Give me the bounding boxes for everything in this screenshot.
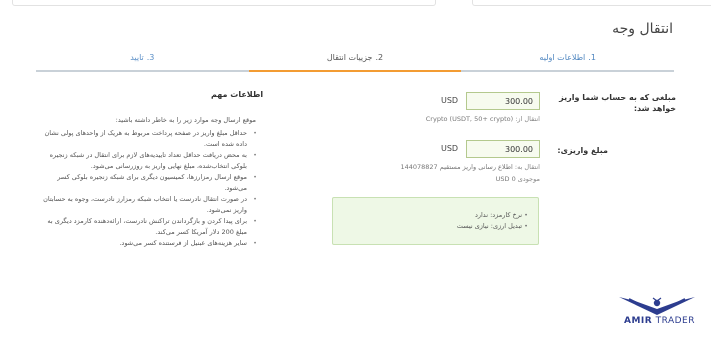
payment-destination-value: اطلاع رسانی واریز مستقیم 144078827 — [400, 163, 513, 171]
currency-conversion-text: تبدیل ارزی: نیازی نیست — [333, 221, 528, 232]
list-item: برای پیدا کردن و بازگرداندن تراکنش نادرس… — [36, 216, 257, 237]
step-label: جزییات انتقال — [326, 53, 373, 62]
important-info-list: حداقل مبلغ واریز در صفحه پرداخت مربوط به… — [36, 128, 257, 250]
step-bar — [461, 70, 674, 72]
amir-trader-logo-icon — [619, 297, 695, 315]
step-number: 3. — [146, 53, 155, 62]
step-transfer-details[interactable]: 2.جزییات انتقال — [248, 50, 462, 72]
important-info-title: اطلاعات مهم — [211, 90, 264, 99]
step-number: 2. — [375, 53, 384, 62]
important-info-intro: موقع ارسال وجه موارد زیر را به خاطر داشت… — [115, 116, 256, 124]
page-title: انتقال وجه — [612, 21, 673, 37]
deposit-source-prefix: انتقال از: — [515, 115, 540, 123]
step-bar — [35, 70, 249, 72]
step-confirm[interactable]: 3.تایید — [35, 50, 249, 72]
payment-amount-label: مبلغ واریزی: — [557, 146, 608, 155]
deposit-source-value: Crypto (USDT, 50+ crypto) — [425, 115, 514, 123]
deposit-amount-input[interactable] — [466, 92, 540, 110]
payment-destination-prefix: انتقال به: — [514, 163, 540, 171]
logo-wordmark: AMIR TRADER — [624, 316, 695, 326]
list-item: در صورت انتقال نادرست یا انتخاب شبکه رمز… — [36, 194, 257, 215]
logo-word-trader: TRADER — [655, 316, 695, 326]
payment-amount-input[interactable] — [466, 140, 540, 158]
deposit-amount-label: مبلغی که به حساب شما واریز خواهد شد: — [559, 93, 676, 113]
fee-rate-text: نرخ کارمزد: ندارد — [333, 210, 528, 221]
step-label: تایید — [130, 53, 144, 62]
list-item: حداقل مبلغ واریز در صفحه پرداخت مربوط به… — [36, 128, 257, 149]
payment-destination-hint: انتقال به: اطلاع رسانی واریز مستقیم 1440… — [400, 163, 540, 171]
step-number: 1. — [588, 53, 596, 62]
top-panel-left — [12, 0, 436, 6]
balance-value: USD 0 — [495, 175, 516, 183]
list-item: موقع ارسال رمزارزها، کمیسیون دیگری برای … — [36, 172, 257, 193]
deposit-currency: USD — [441, 96, 459, 105]
step-progress: 1.اطلاعات اولیه 2.جزییات انتقال 3.تایید — [35, 50, 674, 72]
step-label: اطلاعات اولیه — [539, 53, 586, 62]
top-panel-right — [472, 0, 711, 6]
logo-word-amir: AMIR — [624, 316, 653, 326]
step-initial-info[interactable]: 1.اطلاعات اولیه — [461, 50, 674, 72]
payment-currency: USD — [441, 144, 459, 153]
list-item: سایر هزینه‌های عبنیل از فرستنده کسر می‌ش… — [36, 238, 257, 249]
deposit-source-hint: انتقال از: Crypto (USDT, 50+ crypto) — [426, 115, 540, 123]
fee-info-box: نرخ کارمزد: ندارد تبدیل ارزی: نیازی نیست — [332, 197, 539, 245]
step-bar — [248, 70, 462, 72]
balance-prefix: موجودی — [517, 175, 540, 183]
list-item: به محض دریافت حداقل تعداد تاییدیه‌های لا… — [36, 150, 257, 171]
balance-hint: موجودی USD 0 — [496, 175, 540, 183]
